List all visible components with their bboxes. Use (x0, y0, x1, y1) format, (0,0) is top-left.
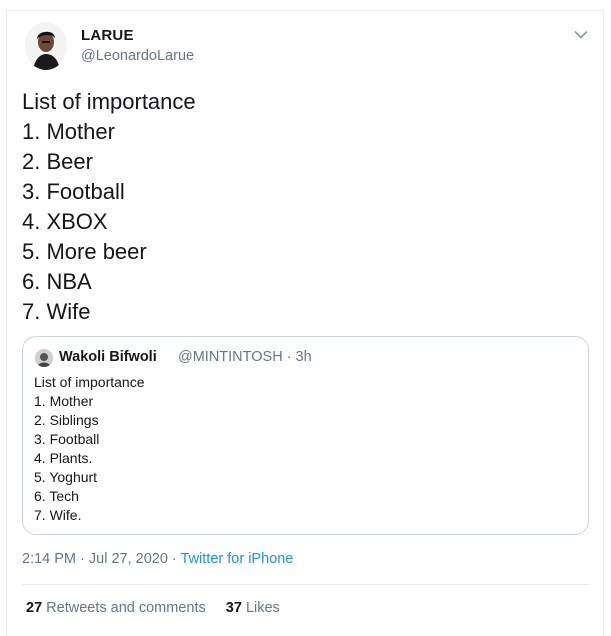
quoted-author-name: Wakoli Bifwoli (59, 349, 157, 365)
quoted-line: 3. Football (34, 431, 100, 447)
author-avatar[interactable] (25, 22, 67, 70)
quoted-line: 2. Siblings (34, 412, 99, 428)
divider (22, 584, 589, 585)
quoted-line: 1. Mother (34, 393, 94, 409)
source-link[interactable]: Twitter for iPhone (181, 551, 294, 567)
retweets-label: Retweets and comments (46, 600, 206, 616)
quoted-line: 6. Tech (34, 488, 79, 504)
quoted-line: 7. Wife. (34, 507, 82, 523)
likes-label: Likes (245, 600, 280, 616)
tweet-line: 1. Mother (22, 119, 115, 144)
tweet-line: 5. More beer (22, 239, 147, 264)
retweets-count: 27 (26, 600, 43, 616)
quoted-tweet[interactable]: Wakoli Bifwoli @MINTINTOSH · 3h List of … (22, 336, 589, 535)
likes-link[interactable]: 37 Likes (226, 600, 280, 616)
retweets-link[interactable]: 27 Retweets and comments (26, 600, 206, 616)
tweet-line: List of importance (22, 89, 196, 114)
likes-count: 37 (225, 600, 242, 616)
quoted-line: 4. Plants. (34, 450, 93, 466)
chevron-down-icon[interactable] (574, 27, 588, 39)
tweet-line: 2. Beer (22, 149, 93, 174)
author-handle[interactable]: @LeonardoLarue (81, 48, 194, 64)
quoted-author-handle: @MINTINTOSH · 3h (178, 349, 312, 365)
quoted-tweet-text: List of importance 1. Mother 2. Siblings… (34, 373, 145, 525)
engagement-stats: 27 Retweets and comments 37 Likes (26, 600, 296, 616)
author-name[interactable]: LARUE (81, 27, 134, 44)
tweet-line: 4. XBOX (22, 209, 108, 234)
tweet-line: 6. NBA (22, 269, 92, 294)
tweet-metadata: 2:14 PM · Jul 27, 2020 · Twitter for iPh… (22, 551, 293, 567)
quoted-line: List of importance (34, 374, 145, 390)
timestamp[interactable]: 2:14 PM · Jul 27, 2020 · (22, 551, 181, 567)
tweet-line: 7. Wife (22, 299, 91, 324)
quoted-author-avatar (35, 349, 53, 367)
tweet-text: List of importance 1. Mother 2. Beer 3. … (22, 87, 196, 327)
tweet-line: 3. Football (22, 179, 125, 204)
quoted-line: 5. Yoghurt (34, 469, 98, 485)
